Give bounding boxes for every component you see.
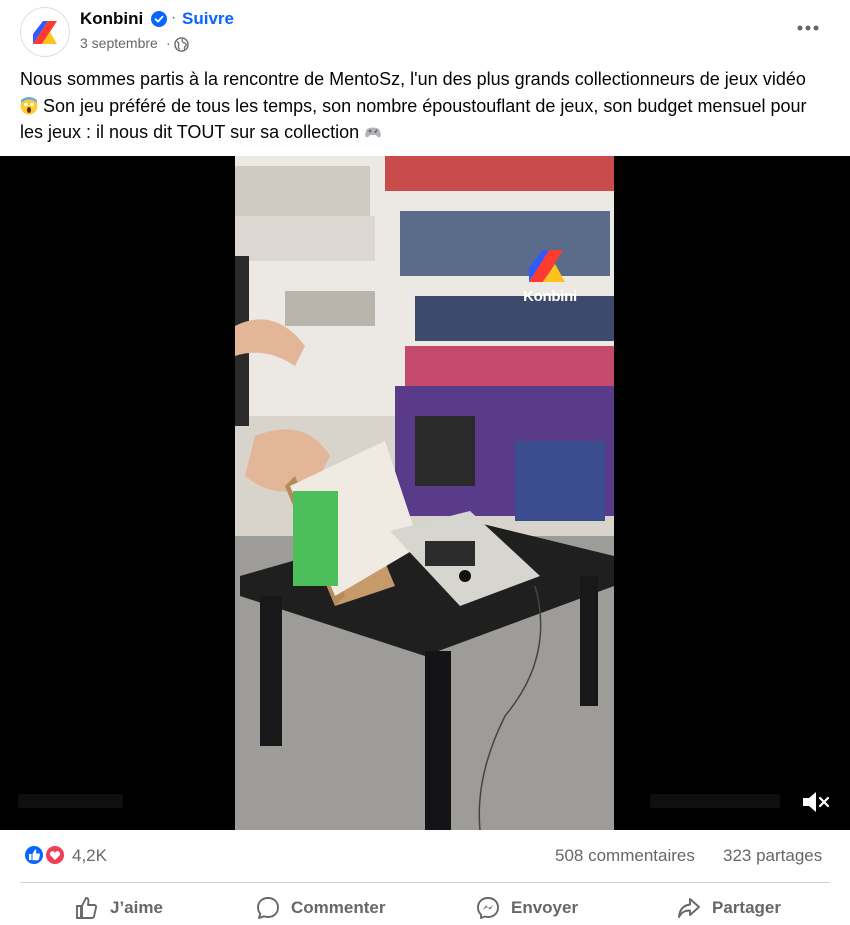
- share-arrow-icon: [678, 898, 700, 918]
- verified-badge-icon: [151, 11, 167, 27]
- send-label: Envoyer: [511, 898, 579, 917]
- post-text-part2: Son jeu préféré de tous les temps, son n…: [20, 95, 807, 143]
- konbini-watermark-logo-icon: [529, 250, 565, 282]
- follow-button[interactable]: Suivre: [182, 9, 234, 29]
- reactions-summary[interactable]: [22, 844, 68, 866]
- divider: [20, 882, 830, 883]
- more-options-button[interactable]: [794, 16, 822, 40]
- post-text-part1: Nous sommes partis à la rencontre de Men…: [20, 69, 806, 89]
- globe-icon: [174, 37, 189, 52]
- konbini-logo-icon: [33, 21, 57, 44]
- screaming-face-emoji-icon: [20, 96, 38, 114]
- video-watermark-text: Konbini: [523, 288, 577, 305]
- shares-count-link[interactable]: 323 partages: [723, 846, 822, 866]
- post-message: Nous sommes partis à la rencontre de Men…: [20, 66, 820, 146]
- separator-dot: ·: [166, 35, 171, 51]
- thumbs-up-icon: [76, 897, 98, 919]
- reactions-count[interactable]: 4,2K: [72, 846, 107, 866]
- like-label: J’aime: [110, 898, 163, 917]
- video-controls-hint: [650, 794, 780, 808]
- post-timestamp[interactable]: 3 septembre: [80, 35, 166, 51]
- messenger-send-icon: [477, 897, 499, 919]
- send-button[interactable]: Envoyer: [475, 894, 578, 922]
- comment-button[interactable]: Commenter: [255, 894, 385, 922]
- share-label: Partager: [712, 898, 781, 917]
- game-controller-emoji-icon: [365, 127, 381, 138]
- comments-count-link[interactable]: 508 commentaires: [555, 846, 695, 866]
- more-options-icon: [797, 25, 819, 31]
- comment-bubble-icon: [257, 897, 279, 919]
- page-avatar[interactable]: [20, 7, 70, 57]
- page-name[interactable]: Konbini: [80, 9, 143, 29]
- comment-label: Commenter: [291, 898, 386, 917]
- video-progress-hint: [18, 794, 123, 808]
- video-player[interactable]: Konbini: [0, 156, 850, 830]
- share-button[interactable]: Partager: [676, 894, 781, 922]
- speaker-muted-icon[interactable]: [800, 788, 832, 816]
- separator-dot: ·: [171, 9, 177, 26]
- video-frame[interactable]: Konbini: [235, 156, 614, 830]
- like-button[interactable]: J’aime: [74, 894, 163, 922]
